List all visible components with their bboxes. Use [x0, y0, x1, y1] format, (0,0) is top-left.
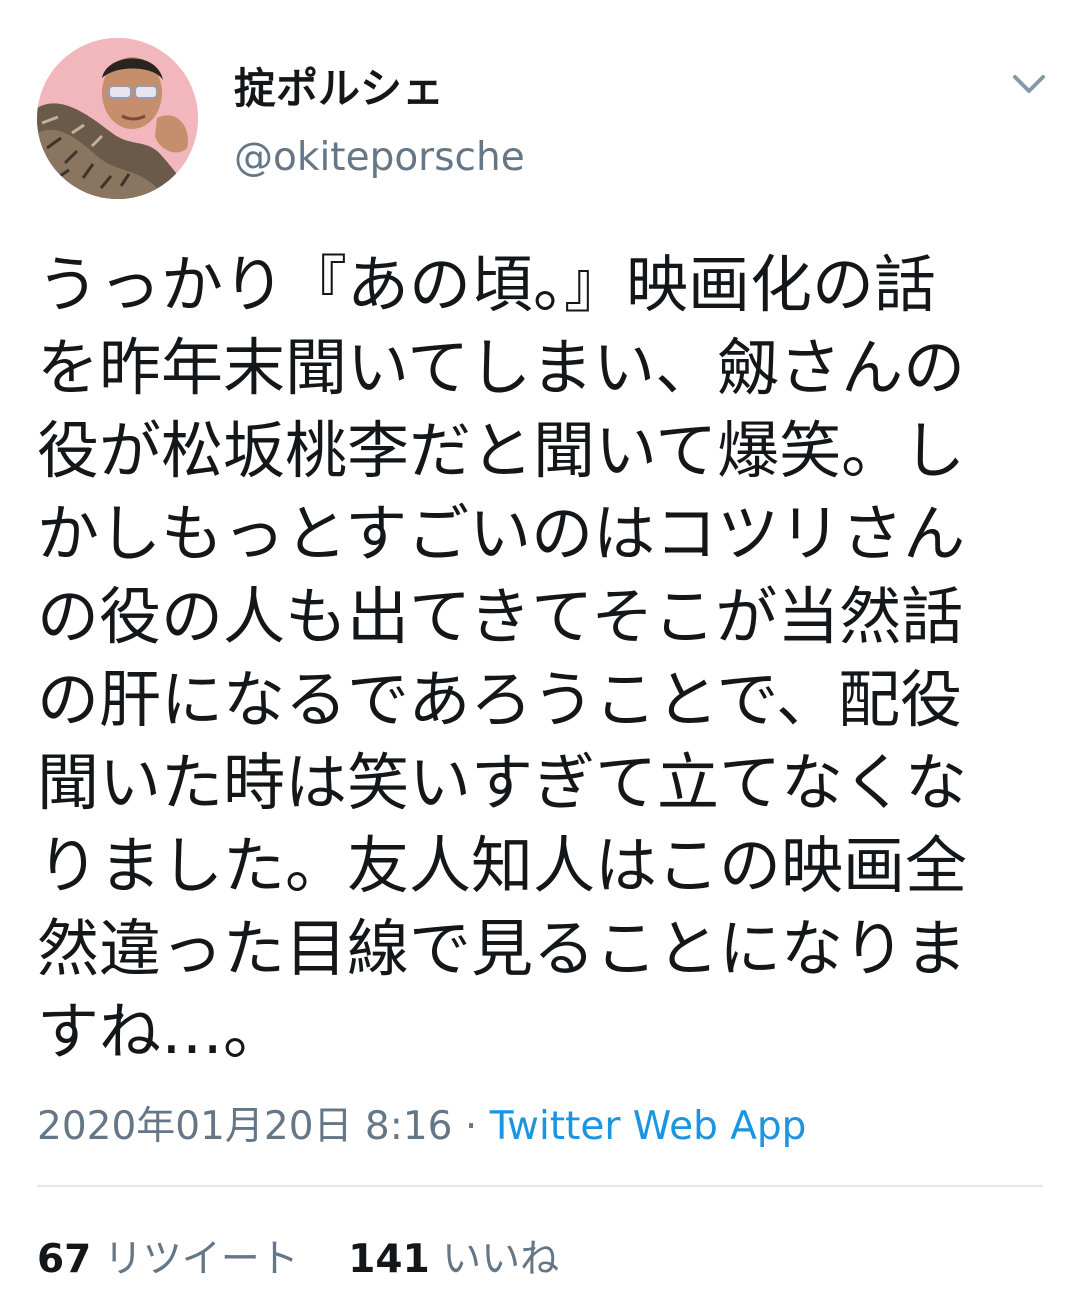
tweet-text-line: を昨年末聞いてしまい、劔さんの [37, 331, 966, 404]
retweets-count: 67 [37, 1237, 92, 1282]
likes-label: いいね [442, 1237, 560, 1282]
user-handle[interactable]: @okiteporsche [234, 135, 525, 180]
likes-count: 141 [348, 1237, 430, 1282]
tweet-text-line: すね…。 [37, 995, 286, 1068]
likes-stat[interactable]: 141 いいね [348, 1237, 559, 1282]
tweet-text: うっかり『あの頃。』映画化の話 を昨年末聞いてしまい、劔さんの 役が松坂桃李だと… [37, 243, 1037, 1073]
chevron-down-icon[interactable] [1005, 60, 1053, 108]
tweet-source-link[interactable]: Twitter Web App [490, 1104, 807, 1149]
meta-separator: · [452, 1104, 490, 1149]
avatar-image [37, 38, 198, 199]
tweet-text-line: 聞いた時は笑いすぎて立てなくな [37, 746, 968, 819]
tweet-stats: 67 リツイート 141 いいね [37, 1228, 559, 1284]
tweet-timestamp[interactable]: 2020年01月20日 8:16 [37, 1104, 452, 1149]
tweet-text-line: かしもっとすごいのはコツリさん [37, 497, 966, 570]
tweet-text-line: の役の人も出てきてそこが当然話 [37, 580, 964, 653]
display-name[interactable]: 掟ポルシェ [234, 55, 444, 116]
tweet-text-line: の肝になるであろうことで、配役 [37, 663, 963, 736]
retweets-label: リツイート [103, 1237, 299, 1282]
tweet-text-line: うっかり『あの頃。』映画化の話 [37, 248, 937, 321]
tweet-detail: 掟ポルシェ @okiteporsche うっかり『あの頃。』映画化の話 を昨年末… [0, 0, 1080, 1316]
divider [37, 1185, 1043, 1187]
tweet-meta: 2020年01月20日 8:16 · Twitter Web App [37, 1095, 806, 1151]
tweet-text-line: 然違った目線で見ることになりま [37, 912, 968, 985]
avatar[interactable] [37, 38, 198, 199]
tweet-text-line: 役が松坂桃李だと聞いて爆笑。し [37, 414, 966, 487]
tweet-text-line: りました。友人知人はこの映画全 [37, 829, 968, 902]
retweets-stat[interactable]: 67 リツイート [37, 1237, 299, 1282]
